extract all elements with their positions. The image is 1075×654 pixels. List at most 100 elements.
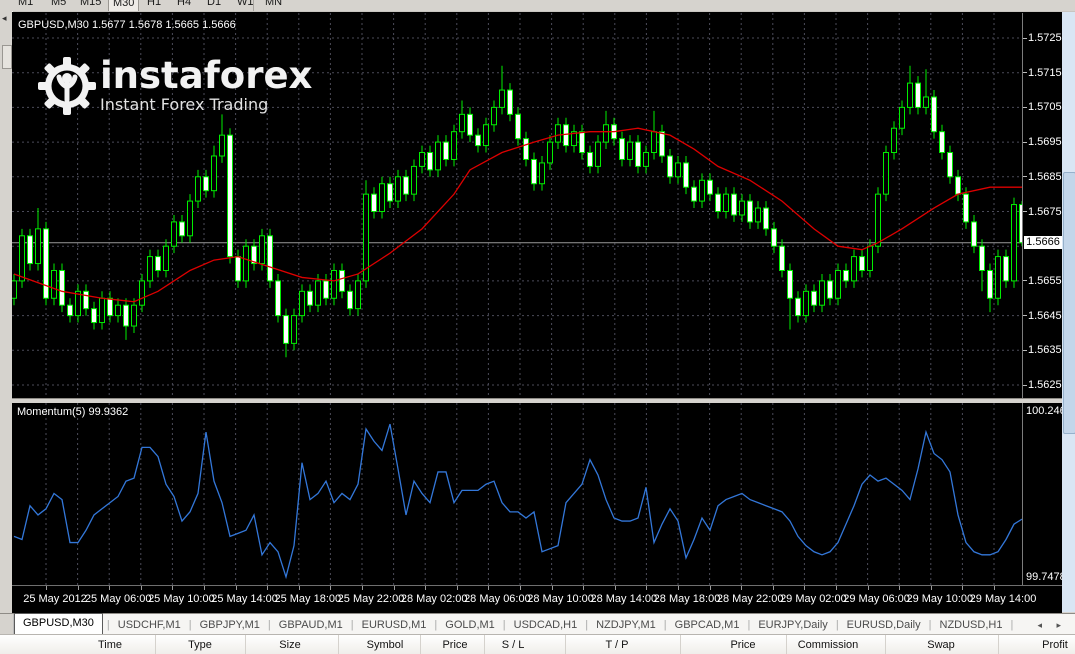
table-header-commission[interactable]: Commission <box>798 639 859 651</box>
time-axis-tick <box>362 586 363 590</box>
time-axis-label: 28 May 14:00 <box>590 593 657 605</box>
price-axis-label: 1.5725 <box>1028 32 1062 44</box>
time-axis-tick <box>267 586 268 590</box>
table-header-price[interactable]: Price <box>442 639 467 651</box>
price-axis-tick <box>1023 142 1027 143</box>
vertical-scrollbar-thumb[interactable] <box>1063 172 1075 434</box>
time-axis-tick <box>741 586 742 590</box>
table-column-separator <box>786 635 787 654</box>
timeframe-button-m30[interactable]: M30 <box>108 0 139 12</box>
time-axis-tick <box>868 586 869 590</box>
tab-separator: | <box>1010 619 1013 634</box>
time-axis-tick <box>457 586 458 590</box>
collapse-arrow-icon[interactable]: ◂ <box>2 13 7 24</box>
instaforex-wordmark: instaforex Instant Forex Trading <box>100 58 312 114</box>
time-axis-tick <box>78 586 79 590</box>
time-axis-label: 25 May 10:00 <box>148 593 215 605</box>
table-header-t-p[interactable]: T / P <box>605 639 628 651</box>
price-chart-panel[interactable]: GBPUSD,M30 1.5677 1.5678 1.5665 1.5666 <box>12 13 1022 398</box>
momentum-axis-min: 99.7478 <box>1026 571 1066 583</box>
table-column-separator <box>565 635 566 654</box>
time-axis-tick <box>583 586 584 590</box>
price-axis-label: 1.5645 <box>1028 310 1062 322</box>
table-header-swap[interactable]: Swap <box>927 639 955 651</box>
chart-tab-usdchf-m1[interactable]: USDCHF,M1 <box>110 616 189 634</box>
timeframe-button-h4[interactable]: H4 <box>173 0 195 11</box>
price-axis-tick <box>1023 176 1027 177</box>
tab-scroll-arrows[interactable]: ◂ ▸ <box>1037 620 1075 634</box>
time-axis-label: 29 May 14:00 <box>970 593 1037 605</box>
time-axis-label: 28 May 22:00 <box>717 593 784 605</box>
instaforex-logo: instaforex Instant Forex Trading <box>34 53 312 119</box>
table-column-separator <box>885 635 886 654</box>
table-column-separator <box>155 635 156 654</box>
momentum-axis[interactable]: 100.246299.7478 <box>1022 403 1063 585</box>
time-axis-label: 25 May 2012 <box>23 593 87 605</box>
time-axis-tick <box>710 586 711 590</box>
table-header-symbol[interactable]: Symbol <box>367 639 404 651</box>
price-axis-label: 1.5705 <box>1028 101 1062 113</box>
time-axis-tick <box>109 586 110 590</box>
chart-tab-gbpusd-m30[interactable]: GBPUSD,M30 <box>14 613 103 634</box>
time-axis-tick <box>994 586 995 590</box>
table-header-size[interactable]: Size <box>279 639 300 651</box>
tabbar-left-pad <box>0 614 14 634</box>
timeframe-button-mn[interactable]: MN <box>261 0 286 11</box>
chart-tab-gbpjpy-m1[interactable]: GBPJPY,M1 <box>192 616 268 634</box>
timeframe-button-h1[interactable]: H1 <box>143 0 165 11</box>
chart-tab-gbpcad-m1[interactable]: GBPCAD,M1 <box>667 616 748 634</box>
chart-tab-nzdusd-h1[interactable]: NZDUSD,H1 <box>932 616 1011 634</box>
chart-tab-gold-m1[interactable]: GOLD,M1 <box>437 616 503 634</box>
chart-tab-eurusd-daily[interactable]: EURUSD,Daily <box>839 616 929 634</box>
left-scrollbar-thumb[interactable] <box>2 45 12 69</box>
time-axis-tick <box>46 586 47 590</box>
table-header-s-l[interactable]: S / L <box>502 639 525 651</box>
time-axis-tick <box>299 586 300 590</box>
time-axis-label: 28 May 10:00 <box>527 593 594 605</box>
table-column-separator <box>998 635 999 654</box>
time-axis-label: 25 May 22:00 <box>338 593 405 605</box>
time-axis-tick <box>962 586 963 590</box>
timeframe-button-m5[interactable]: M5 <box>47 0 70 11</box>
price-axis-label: 1.5685 <box>1028 171 1062 183</box>
table-header-type[interactable]: Type <box>188 639 212 651</box>
time-axis[interactable]: 25 May 201225 May 06:0025 May 10:00 25 Ma… <box>12 585 1062 613</box>
time-axis-tick <box>804 586 805 590</box>
time-axis-label: 25 May 18:00 <box>274 593 341 605</box>
price-axis-tick <box>1023 280 1027 281</box>
chart-tab-eurusd-m1[interactable]: EURUSD,M1 <box>354 616 435 634</box>
momentum-chart[interactable] <box>12 403 1022 585</box>
time-axis-tick <box>204 586 205 590</box>
price-axis-label: 1.5695 <box>1028 136 1062 148</box>
mt4-terminal-window: M1M5M15M30H1H4D1W1MN ◂ GBPUSD,M30 1.5677… <box>0 0 1075 654</box>
time-axis-tick <box>615 586 616 590</box>
momentum-indicator-panel[interactable]: Momentum(5) 99.9362 <box>12 403 1022 585</box>
timeframe-button-m1[interactable]: M1 <box>14 0 37 11</box>
price-axis-tick <box>1023 385 1027 386</box>
chart-tab-usdcad-h1[interactable]: USDCAD,H1 <box>506 616 586 634</box>
price-axis-tick <box>1023 315 1027 316</box>
time-axis-tick <box>678 586 679 590</box>
table-column-separator <box>420 635 421 654</box>
time-axis-tick <box>394 586 395 590</box>
time-axis-label: 25 May 06:00 <box>85 593 152 605</box>
chart-tab-nzdjpy-m1[interactable]: NZDJPY,M1 <box>588 616 664 634</box>
table-column-separator <box>680 635 681 654</box>
toolbar-separator <box>253 0 254 11</box>
timeframe-button-d1[interactable]: D1 <box>203 0 225 11</box>
table-header-price[interactable]: Price <box>730 639 755 651</box>
price-axis[interactable]: 1.57251.57151.57051.56951.56851.56751.56… <box>1022 13 1063 398</box>
time-axis-tick <box>172 586 173 590</box>
chart-tab-eurjpy-daily[interactable]: EURJPY,Daily <box>750 616 836 634</box>
vertical-scrollbar[interactable] <box>1062 12 1075 612</box>
price-axis-tick <box>1023 72 1027 73</box>
table-header-time[interactable]: Time <box>98 639 122 651</box>
price-axis-tick <box>1023 350 1027 351</box>
timeframe-toolbar: M1M5M15M30H1H4D1W1MN <box>0 0 1075 12</box>
price-axis-label: 1.5715 <box>1028 67 1062 79</box>
time-axis-label: 28 May 02:00 <box>401 593 468 605</box>
time-axis-label: 28 May 06:00 <box>464 593 531 605</box>
timeframe-button-m15[interactable]: M15 <box>76 0 105 11</box>
chart-tab-gbpaud-m1[interactable]: GBPAUD,M1 <box>271 616 351 634</box>
table-header-profit[interactable]: Profit <box>1042 639 1068 651</box>
